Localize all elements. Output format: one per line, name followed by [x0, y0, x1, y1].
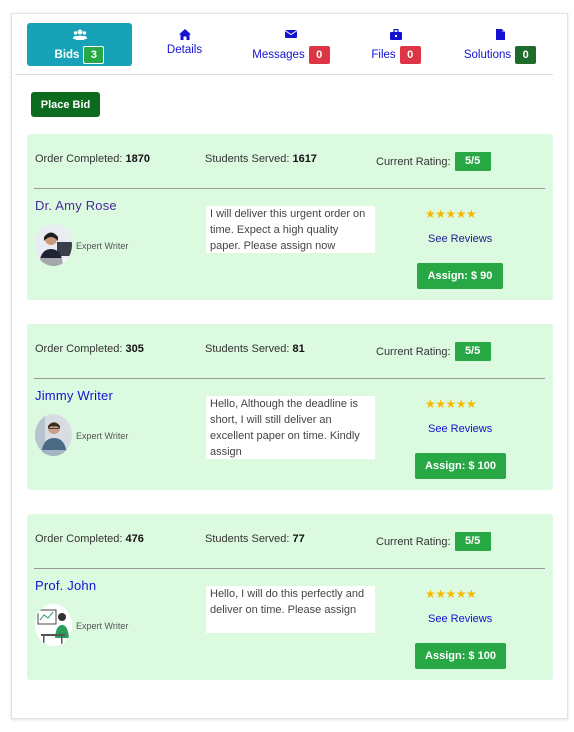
- tab-files-label: Files: [371, 49, 396, 61]
- tab-files[interactable]: Files 0: [361, 23, 431, 66]
- tab-solutions-label: Solutions: [463, 49, 512, 61]
- writer-role: Expert Writer: [76, 241, 129, 251]
- students-served: Students Served: 81: [205, 343, 305, 355]
- orders-completed-value: 305: [125, 343, 144, 355]
- orders-completed-label: Order Completed:: [35, 153, 123, 165]
- file-icon: [455, 29, 545, 43]
- current-rating: Current Rating: 5/5: [376, 532, 491, 551]
- students-served-label: Students Served:: [205, 153, 290, 165]
- bid-card: Order Completed: 305 Students Served: 81…: [27, 324, 553, 490]
- students-served-value: 1617: [292, 153, 317, 165]
- tab-messages[interactable]: Messages 0: [245, 23, 337, 66]
- students-served-label: Students Served:: [205, 533, 290, 545]
- avatar: [35, 604, 72, 646]
- bid-message: Hello, Although the deadline is short, I…: [206, 396, 375, 459]
- current-rating-label: Current Rating:: [376, 535, 451, 548]
- orders-completed-value: 1870: [125, 153, 150, 165]
- bids-count-badge: 3: [83, 46, 105, 64]
- writer-name[interactable]: Jimmy Writer: [35, 388, 113, 403]
- tab-messages-label: Messages: [252, 49, 305, 61]
- current-rating-label: Current Rating:: [376, 155, 451, 168]
- writer-role: Expert Writer: [76, 431, 129, 441]
- tab-details-label: Details: [166, 44, 203, 56]
- place-bid-button[interactable]: Place Bid: [31, 92, 100, 117]
- assign-button[interactable]: Assign: $ 100: [415, 643, 506, 669]
- rating-badge: 5/5: [454, 342, 491, 361]
- messages-count-badge: 0: [308, 46, 330, 64]
- see-reviews-link[interactable]: See Reviews: [428, 233, 492, 245]
- students-served-label: Students Served:: [205, 343, 290, 355]
- bid-message: I will deliver this urgent order on time…: [206, 206, 375, 253]
- tab-details[interactable]: Details: [152, 23, 217, 66]
- rating-badge: 5/5: [454, 152, 491, 171]
- home-icon: [152, 29, 217, 43]
- see-reviews-link[interactable]: See Reviews: [428, 613, 492, 625]
- star-rating: ★★★★★: [425, 207, 477, 221]
- orders-completed-value: 476: [125, 533, 144, 545]
- current-rating: Current Rating: 5/5: [376, 152, 491, 171]
- students-served: Students Served: 77: [205, 533, 305, 545]
- current-rating: Current Rating: 5/5: [376, 342, 491, 361]
- students-served-value: 77: [292, 533, 305, 545]
- envelope-icon: [245, 29, 337, 43]
- students-served: Students Served: 1617: [205, 153, 317, 165]
- tab-bids[interactable]: Bids 3: [27, 23, 132, 66]
- tab-bar: Bids 3 Details Messages 0 Files 0 Soluti…: [15, 23, 553, 75]
- divider: [34, 378, 545, 379]
- files-count-badge: 0: [399, 46, 421, 64]
- tab-solutions[interactable]: Solutions 0: [455, 23, 545, 66]
- bid-message: Hello, I will do this perfectly and deli…: [206, 586, 375, 633]
- avatar: [35, 414, 72, 456]
- avatar: [35, 224, 72, 266]
- students-served-value: 81: [292, 343, 305, 355]
- see-reviews-link[interactable]: See Reviews: [428, 423, 492, 435]
- briefcase-icon: [361, 29, 431, 43]
- divider: [34, 188, 545, 189]
- orders-completed-label: Order Completed:: [35, 533, 123, 545]
- writer-name[interactable]: Prof. John: [35, 578, 96, 593]
- users-icon: [27, 29, 132, 43]
- star-rating: ★★★★★: [425, 587, 477, 601]
- bid-card: Order Completed: 1870 Students Served: 1…: [27, 134, 553, 300]
- writer-name[interactable]: Dr. Amy Rose: [35, 198, 117, 213]
- assign-button[interactable]: Assign: $ 90: [417, 263, 503, 289]
- star-rating: ★★★★★: [425, 397, 477, 411]
- orders-completed: Order Completed: 1870: [35, 153, 150, 165]
- assign-button[interactable]: Assign: $ 100: [415, 453, 506, 479]
- tab-bids-label: Bids: [54, 49, 80, 61]
- bid-card: Order Completed: 476 Students Served: 77…: [27, 514, 553, 680]
- orders-completed: Order Completed: 305: [35, 343, 144, 355]
- divider: [34, 568, 545, 569]
- rating-badge: 5/5: [454, 532, 491, 551]
- current-rating-label: Current Rating:: [376, 345, 451, 358]
- writer-role: Expert Writer: [76, 621, 129, 631]
- orders-completed-label: Order Completed:: [35, 343, 123, 355]
- solutions-count-badge: 0: [515, 46, 537, 64]
- orders-completed: Order Completed: 476: [35, 533, 144, 545]
